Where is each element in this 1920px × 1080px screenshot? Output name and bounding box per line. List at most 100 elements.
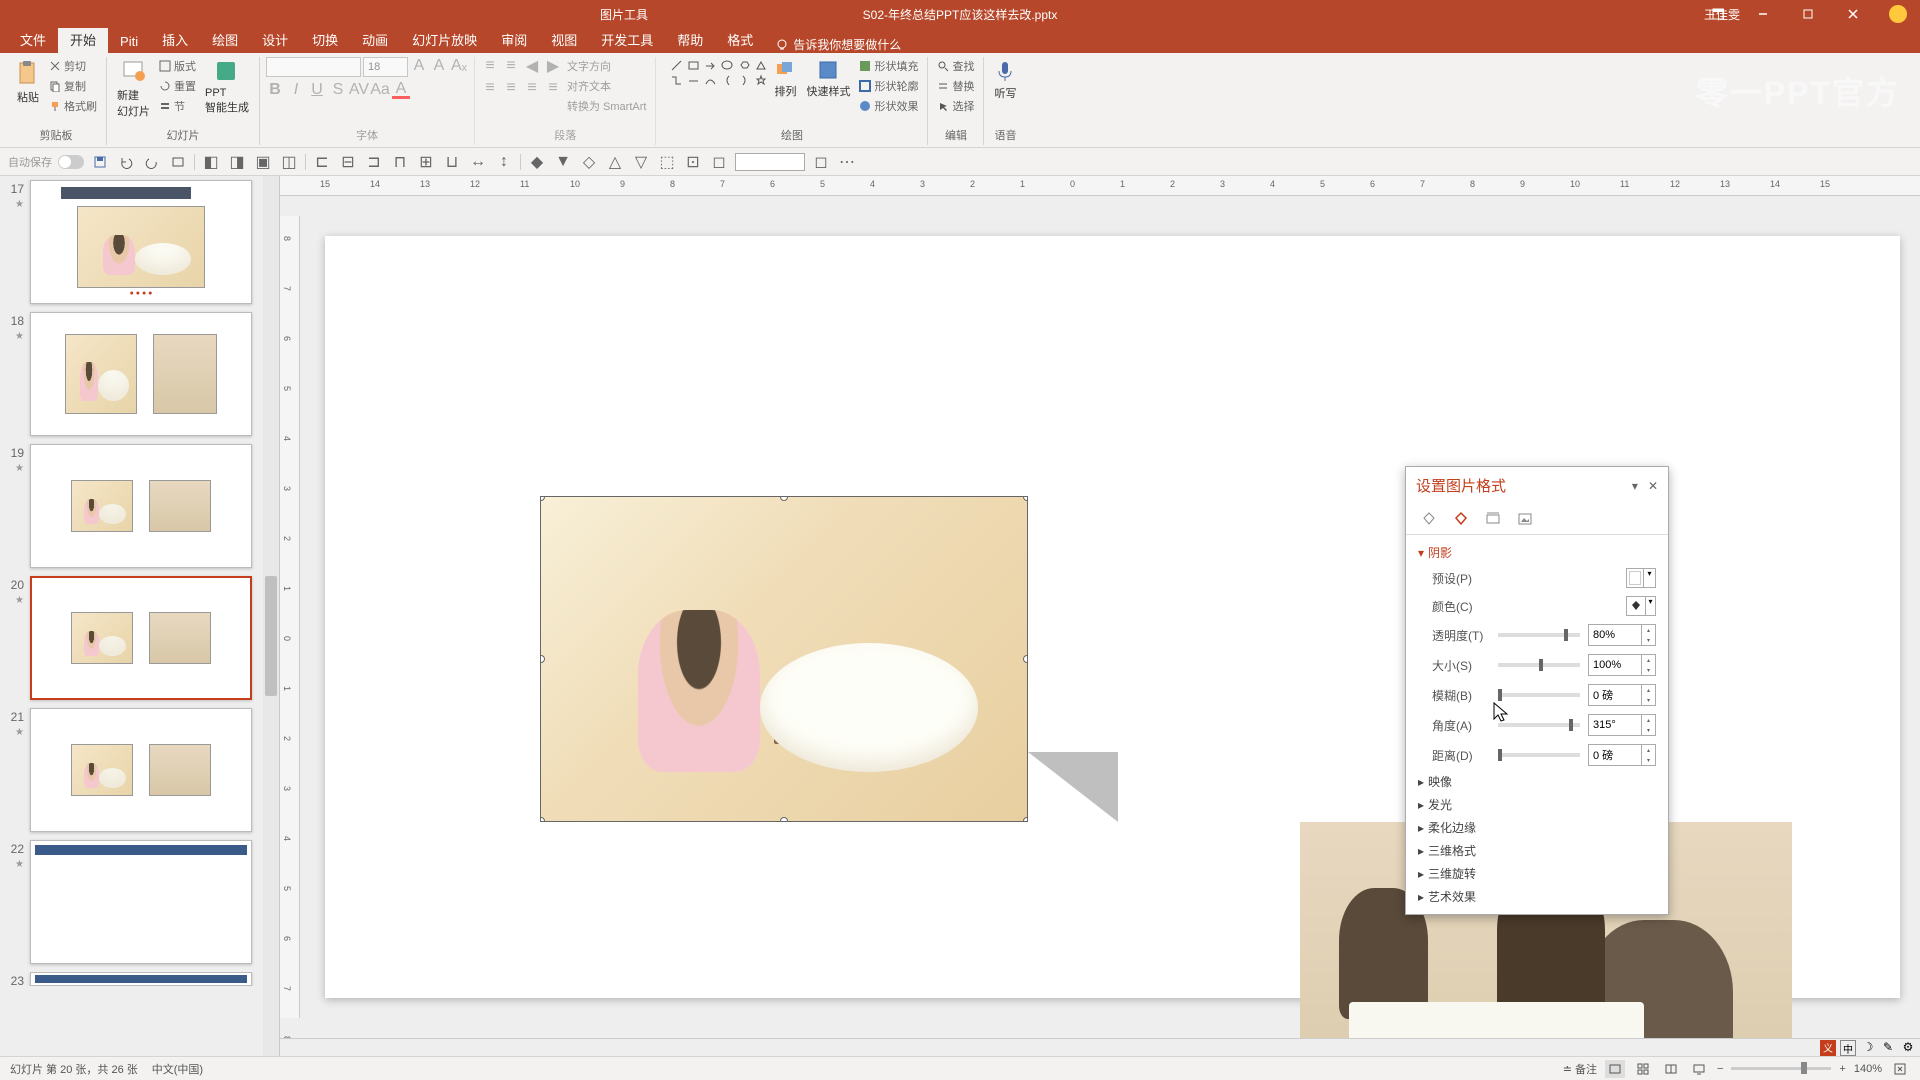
- slide-thumbnail-22[interactable]: [30, 840, 252, 964]
- qat-align-center-icon[interactable]: ⊟: [338, 152, 358, 172]
- qat-align-middle-icon[interactable]: ⊞: [416, 152, 436, 172]
- shapes-gallery[interactable]: [668, 57, 768, 89]
- bold-icon[interactable]: B: [266, 81, 284, 99]
- pane-tab-fill[interactable]: [1418, 508, 1440, 530]
- underline-icon[interactable]: U: [308, 81, 326, 99]
- slideshow-view-icon[interactable]: [1689, 1060, 1709, 1078]
- qat-more-icon[interactable]: ⋯: [837, 152, 857, 172]
- shadow-icon[interactable]: AV: [350, 81, 368, 99]
- increase-font-icon[interactable]: A: [410, 57, 428, 75]
- qat-icon-h[interactable]: ◻: [709, 152, 729, 172]
- shapes-gallery[interactable]: [662, 57, 666, 61]
- tray-icon-4[interactable]: ✎: [1880, 1040, 1896, 1056]
- slide-thumbnail-23[interactable]: [30, 972, 252, 986]
- indent-increase-icon[interactable]: ▶: [544, 57, 562, 75]
- pane-tab-size[interactable]: [1482, 508, 1504, 530]
- feedback-smiley[interactable]: [1875, 0, 1920, 28]
- normal-view-icon[interactable]: [1605, 1060, 1625, 1078]
- resize-handle-w[interactable]: [540, 655, 545, 663]
- section-artistic[interactable]: ▸艺术效果: [1418, 885, 1656, 908]
- slide-thumbnail-18[interactable]: [30, 312, 252, 436]
- transparency-slider[interactable]: [1498, 633, 1580, 637]
- zoom-slider[interactable]: [1731, 1067, 1831, 1070]
- section-3d-format[interactable]: ▸三维格式: [1418, 839, 1656, 862]
- resize-handle-e[interactable]: [1023, 655, 1028, 663]
- tab-view[interactable]: 视图: [539, 26, 589, 53]
- slide-thumbnail-19[interactable]: [30, 444, 252, 568]
- font-color-icon[interactable]: A: [392, 81, 410, 99]
- dictate-button[interactable]: 听写: [990, 57, 1020, 103]
- columns-icon[interactable]: ≡: [544, 79, 562, 97]
- qat-icon-d[interactable]: △: [605, 152, 625, 172]
- qat-dist-v-icon[interactable]: ↕: [494, 152, 514, 172]
- shape-effects-button[interactable]: 形状效果: [856, 97, 921, 115]
- align-center ight-icon[interactable]: ≡: [502, 79, 520, 97]
- sorter-view-icon[interactable]: [1633, 1060, 1653, 1078]
- indent-decrease-icon[interactable]: ◀: [523, 57, 541, 75]
- angle-slider[interactable]: [1498, 723, 1580, 727]
- qat-slideshow-icon[interactable]: [168, 152, 188, 172]
- quick-styles-button[interactable]: 快速样式: [802, 57, 854, 101]
- arrange-button[interactable]: 排列: [770, 57, 800, 101]
- zoom-out-button[interactable]: −: [1717, 1063, 1723, 1075]
- undo-icon[interactable]: [116, 152, 136, 172]
- qat-icon-3[interactable]: ▣: [253, 152, 273, 172]
- tab-help[interactable]: 帮助: [665, 26, 715, 53]
- tell-me-search[interactable]: 告诉我你想要做什么: [775, 36, 901, 53]
- bullets-icon[interactable]: ≡: [481, 57, 499, 75]
- align-justify-icon[interactable]: ≡: [523, 79, 541, 97]
- tab-animations[interactable]: 动画: [350, 26, 400, 53]
- decrease-font-icon[interactable]: A: [430, 57, 448, 75]
- qat-width-input[interactable]: [735, 153, 805, 171]
- font-size-combo[interactable]: [363, 57, 408, 77]
- reset-button[interactable]: 重置: [156, 77, 199, 95]
- qat-align-right-icon[interactable]: ⊐: [364, 152, 384, 172]
- size-value[interactable]: 100%▴▾: [1588, 654, 1656, 676]
- qat-icon-i[interactable]: ◻: [811, 152, 831, 172]
- cut-button[interactable]: 剪切: [46, 57, 100, 75]
- preset-dropdown[interactable]: ▾: [1626, 568, 1656, 588]
- tab-design[interactable]: 设计: [250, 26, 300, 53]
- qat-align-bottom-icon[interactable]: ⊔: [442, 152, 462, 172]
- distance-slider[interactable]: [1498, 753, 1580, 757]
- size-slider[interactable]: [1498, 663, 1580, 667]
- tab-piti[interactable]: Piti: [108, 30, 150, 53]
- slide-thumbnail-17[interactable]: ● ● ● ●: [30, 180, 252, 304]
- fit-to-window-icon[interactable]: [1890, 1060, 1910, 1078]
- resize-handle-nw[interactable]: [540, 496, 545, 501]
- horizontal-scrollbar[interactable]: [280, 1038, 1920, 1056]
- blur-value[interactable]: 0 磅▴▾: [1588, 684, 1656, 706]
- transparency-value[interactable]: 80%▴▾: [1588, 624, 1656, 646]
- qat-icon-g[interactable]: ⊡: [683, 152, 703, 172]
- slide-thumbnail-panel[interactable]: 17★ ● ● ● ● 18★ 19★ 20★: [0, 176, 280, 1056]
- font-family-combo[interactable]: [266, 57, 361, 77]
- qat-dist-h-icon[interactable]: ↔: [468, 152, 488, 172]
- pane-tab-effects[interactable]: [1450, 508, 1472, 530]
- tab-format[interactable]: 格式: [715, 26, 765, 53]
- notes-button[interactable]: ≐ 备注: [1563, 1061, 1597, 1077]
- panel-scrollbar[interactable]: [263, 176, 279, 1056]
- slide-thumbnail-20[interactable]: [30, 576, 252, 700]
- shape-fill-button[interactable]: 形状填充: [856, 57, 921, 75]
- qat-icon-4[interactable]: ◫: [279, 152, 299, 172]
- angle-value[interactable]: 315°▴▾: [1588, 714, 1656, 736]
- tab-developer[interactable]: 开发工具: [589, 26, 665, 53]
- format-painter-button[interactable]: 格式刷: [46, 97, 100, 115]
- copy-button[interactable]: 复制: [46, 77, 100, 95]
- new-slide-button[interactable]: 新建 幻灯片: [113, 57, 154, 121]
- tray-icon-3[interactable]: ☽: [1860, 1040, 1876, 1056]
- tab-slideshow[interactable]: 幻灯片放映: [400, 26, 489, 53]
- tab-insert[interactable]: 插入: [150, 26, 200, 53]
- autosave-toggle[interactable]: [58, 155, 84, 169]
- save-icon[interactable]: [90, 152, 110, 172]
- canvas-image-1[interactable]: [540, 496, 1028, 822]
- find-button[interactable]: 查找: [934, 57, 977, 75]
- zoom-level[interactable]: 140%: [1854, 1063, 1882, 1075]
- resize-handle-s[interactable]: [780, 817, 788, 822]
- slide-thumbnail-21[interactable]: [30, 708, 252, 832]
- qat-icon-e[interactable]: ▽: [631, 152, 651, 172]
- text-direction-button[interactable]: 文字方向: [564, 57, 649, 75]
- tray-icon-2[interactable]: 中: [1840, 1040, 1856, 1056]
- section-glow[interactable]: ▸发光: [1418, 793, 1656, 816]
- color-dropdown[interactable]: ▾: [1626, 596, 1656, 616]
